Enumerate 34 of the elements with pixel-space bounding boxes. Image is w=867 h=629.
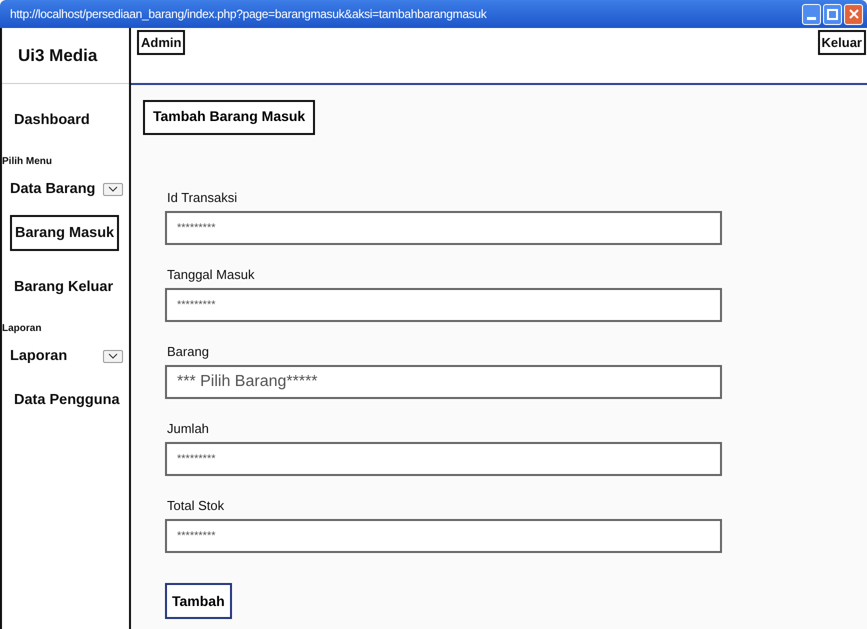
minimize-icon bbox=[807, 16, 816, 20]
sidebar-item[interactable]: Laporan bbox=[10, 348, 68, 364]
sidebar-item[interactable]: Dashboard bbox=[12, 102, 92, 138]
close-icon bbox=[848, 9, 858, 19]
chevron-down-icon bbox=[108, 353, 118, 359]
input-field[interactable]: ********* bbox=[165, 519, 722, 553]
minimize-button[interactable] bbox=[802, 4, 821, 24]
field-label: Jumlah bbox=[167, 421, 210, 436]
brand-name: Ui3 Media bbox=[2, 28, 129, 84]
section-label: Laporan bbox=[2, 323, 42, 334]
user-button[interactable]: Admin bbox=[137, 30, 186, 55]
dropdown-toggle[interactable] bbox=[103, 350, 123, 362]
dropdown-toggle[interactable] bbox=[103, 182, 123, 196]
select-field[interactable]: *** Pilih Barang***** bbox=[165, 365, 722, 399]
input-field[interactable]: ********* bbox=[165, 211, 722, 245]
logout-button[interactable]: Keluar bbox=[818, 30, 866, 55]
section-label: Pilih Menu bbox=[2, 156, 53, 167]
input-field[interactable]: ********* bbox=[165, 288, 722, 322]
field-label: Tanggal Masuk bbox=[167, 267, 256, 282]
window-title: http://localhost/persediaan_barang/index.php?page=barangmasuk&aksi=tambahbarangmasuk bbox=[10, 7, 486, 21]
sidebar-item[interactable]: Barang Masuk bbox=[10, 215, 120, 251]
page-title: Tambah Barang Masuk bbox=[143, 100, 316, 135]
field-label: Total Stok bbox=[167, 498, 226, 513]
chevron-down-icon bbox=[108, 186, 118, 192]
sidebar-item[interactable]: Barang Keluar bbox=[12, 269, 116, 305]
field-label: Barang bbox=[167, 344, 210, 359]
sidebar-item[interactable]: Data Barang bbox=[10, 181, 96, 197]
field-label: Id Transaksi bbox=[167, 190, 238, 205]
maximize-icon bbox=[827, 8, 838, 20]
submit-button[interactable]: Tambah bbox=[165, 583, 232, 619]
close-button[interactable] bbox=[844, 4, 863, 24]
sidebar-item[interactable]: Data Pengguna bbox=[12, 382, 122, 418]
maximize-button[interactable] bbox=[823, 4, 842, 24]
input-field[interactable]: ********* bbox=[165, 442, 722, 476]
